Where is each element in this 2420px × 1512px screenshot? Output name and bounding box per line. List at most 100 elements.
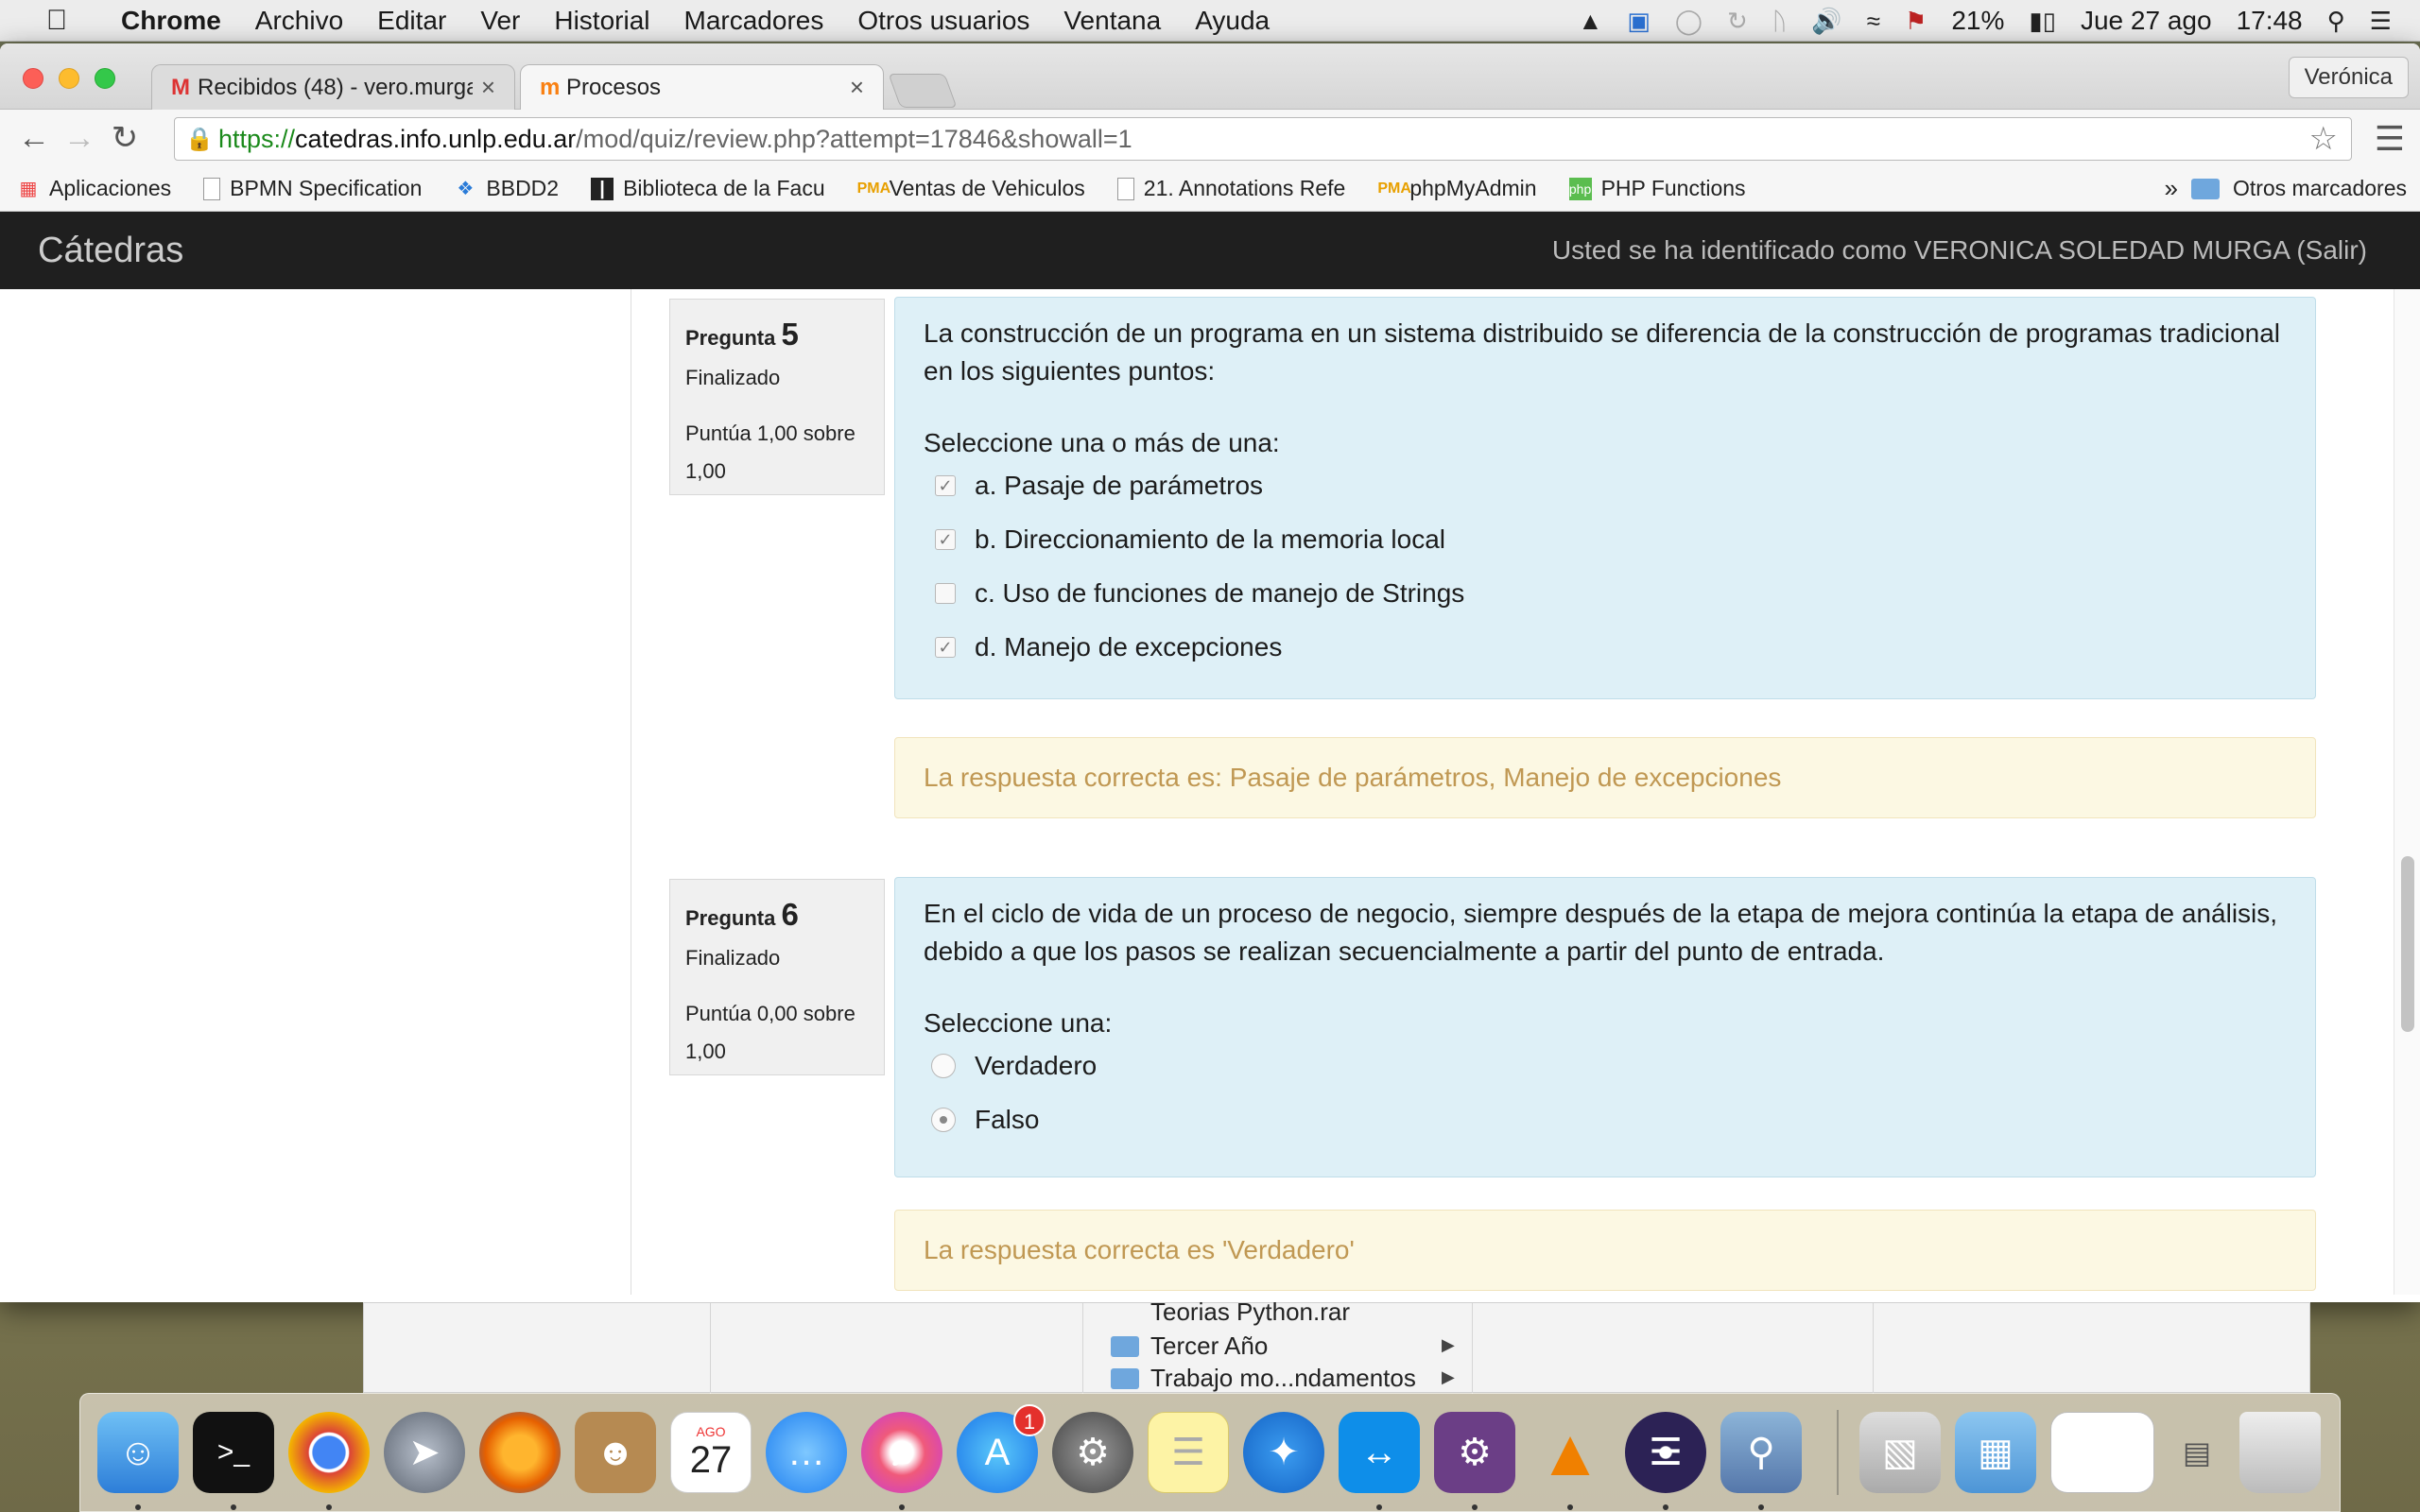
documents-folder-icon[interactable]: ▦ — [1955, 1412, 2036, 1493]
bookmarks-overflow-button[interactable]: » — [2164, 174, 2177, 203]
itunes-icon[interactable]: ♫ — [861, 1412, 942, 1510]
address-bar[interactable]: 🔒 https:// catedras.info.unlp.edu.ar /mo… — [174, 117, 2352, 161]
answer-option[interactable]: ✓ b. Direccionamiento de la memoria loca… — [924, 512, 2287, 566]
bookmark-annotations[interactable]: 21. Annotations Refe — [1116, 176, 1345, 201]
other-bookmarks-folder[interactable]: Otros marcadores — [2233, 176, 2407, 201]
menu-otros-usuarios[interactable]: Otros usuarios — [857, 6, 1029, 36]
launchpad-icon[interactable]: ➤ — [384, 1412, 465, 1493]
site-brand-link[interactable]: Cátedras — [38, 231, 183, 271]
running-indicator — [1663, 1504, 1668, 1510]
profile-button[interactable]: Verónica — [2288, 57, 2409, 98]
menu-ayuda[interactable]: Ayuda — [1195, 6, 1270, 36]
finder-item[interactable]: Tercer Año — [1111, 1332, 1268, 1361]
checkbox-checked[interactable]: ✓ — [935, 528, 956, 550]
notes-icon[interactable]: ☰ — [1148, 1412, 1229, 1493]
answer-option[interactable]: Verdadero — [924, 1039, 2287, 1092]
close-tab-icon[interactable]: × — [841, 73, 864, 102]
vlc-icon[interactable]: ▲ — [1530, 1412, 1611, 1510]
finder-item[interactable]: Trabajo mo...ndamentos — [1111, 1364, 1416, 1393]
menubar-date[interactable]: Jue 27 ago — [2081, 6, 2212, 36]
tab-gmail[interactable]: M Recibidos (48) - vero.murga × — [151, 64, 515, 110]
bookmark-biblioteca[interactable]: | Biblioteca de la Facu — [591, 176, 825, 201]
answer-option[interactable]: ✓ d. Manejo de excepciones — [924, 620, 2287, 674]
calendar-month: AGO — [696, 1423, 726, 1439]
question-prompt: Seleccione una o más de una: — [924, 428, 1280, 457]
menu-marcadores[interactable]: Marcadores — [684, 6, 824, 36]
calendar-icon[interactable]: AGO 27 — [670, 1412, 752, 1493]
bookmark-bbdd2[interactable]: ❖ BBDD2 — [454, 176, 559, 201]
menu-ver[interactable]: Ver — [480, 6, 520, 36]
page-scrollbar[interactable] — [2394, 289, 2420, 1295]
bookmarks-right: » Otros marcadores — [2164, 174, 2407, 203]
answer-option[interactable]: c. Uso de funciones de manejo de Strings — [924, 566, 2287, 620]
terminal-icon[interactable]: >_ — [193, 1412, 274, 1510]
menu-archivo[interactable]: Archivo — [255, 6, 343, 36]
minimize-window-button[interactable] — [59, 68, 79, 89]
network-drive-icon[interactable]: ▤ — [2169, 1412, 2225, 1493]
apple-menu-icon[interactable]:  — [38, 5, 76, 37]
openoffice-icon[interactable]: ✦ — [1243, 1412, 1324, 1493]
battery-icon[interactable]: ▮▯ — [2029, 7, 2056, 36]
checkbox-unchecked[interactable] — [935, 582, 956, 604]
close-tab-icon[interactable]: × — [473, 73, 495, 102]
answer-label: d. Manejo de excepciones — [975, 631, 1283, 662]
bookmark-label: Biblioteca de la Facu — [623, 176, 825, 200]
chrome-icon[interactable] — [288, 1412, 370, 1510]
checkbox-checked[interactable]: ✓ — [935, 474, 956, 496]
checkbox-checked[interactable]: ✓ — [935, 636, 956, 658]
menu-ventana[interactable]: Ventana — [1063, 6, 1161, 36]
finder-item[interactable]: Teorias Python.rar — [1111, 1297, 1350, 1327]
forward-arrow-icon[interactable]: → — [57, 120, 102, 157]
eclipse-icon[interactable]: ☰ — [1625, 1412, 1706, 1510]
messages-status-icon[interactable]: ◯ — [1675, 7, 1703, 36]
reload-icon[interactable]: ↻ — [102, 119, 147, 157]
downloads-stack-icon[interactable]: ▧ — [1859, 1412, 1941, 1493]
menu-app-name[interactable]: Chrome — [121, 6, 221, 36]
spotlight-search-icon[interactable]: ⚲ — [2327, 7, 2345, 36]
volume-icon[interactable]: 🔊 — [1811, 7, 1841, 36]
bookmark-star-icon[interactable]: ☆ — [2309, 120, 2338, 158]
bookmark-ventas[interactable]: PMA Ventas de Vehiculos — [857, 176, 1085, 201]
contacts-icon[interactable]: ☻ — [575, 1412, 656, 1493]
answer-option[interactable]: ✓ a. Pasaje de parámetros — [924, 458, 2287, 512]
expand-arrow-icon[interactable]: ▶ — [1442, 1367, 1455, 1387]
bookmark-aplicaciones[interactable]: ▦ Aplicaciones — [17, 176, 172, 201]
finder-icon[interactable]: ☺ — [97, 1412, 179, 1510]
radio-unchecked[interactable] — [931, 1053, 956, 1078]
bookmark-php-functions[interactable]: php PHP Functions — [1568, 176, 1746, 201]
system-preferences-icon[interactable]: ⚙ — [1052, 1412, 1133, 1493]
menu-editar[interactable]: Editar — [377, 6, 446, 36]
teamviewer-status-icon[interactable]: ▣ — [1627, 7, 1651, 36]
input-flag-icon[interactable]: ⚑ — [1905, 7, 1927, 36]
answer-option[interactable]: Falso — [924, 1092, 2287, 1146]
bookmark-bpmn[interactable]: BPMN Specification — [203, 176, 422, 201]
messages-icon[interactable]: … — [766, 1412, 847, 1493]
app-store-icon[interactable]: A1 — [957, 1404, 1046, 1493]
scrollbar-thumb[interactable] — [2401, 856, 2414, 1032]
teamviewer-icon[interactable]: ↔ — [1339, 1412, 1420, 1510]
google-drive-icon[interactable]: ▲ — [1579, 7, 1603, 36]
lock-icon[interactable]: 🔒 — [181, 126, 218, 153]
phpstorm-icon[interactable]: ⚙ — [1434, 1412, 1515, 1510]
back-arrow-icon[interactable]: ← — [11, 120, 57, 157]
close-window-button[interactable] — [23, 68, 43, 89]
zoom-window-button[interactable] — [95, 68, 115, 89]
wifi-icon[interactable]: ≈ — [1867, 7, 1880, 36]
new-tab-button[interactable] — [888, 74, 958, 108]
bluetooth-icon[interactable]: ᚢ — [1772, 7, 1788, 36]
expand-arrow-icon[interactable]: ▶ — [1442, 1335, 1455, 1355]
notification-center-icon[interactable]: ☰ — [2370, 7, 2392, 36]
radio-checked[interactable] — [931, 1107, 956, 1132]
login-info[interactable]: Usted se ha identificado como VERONICA S… — [1552, 235, 2367, 266]
menubar-time[interactable]: 17:48 — [2237, 6, 2303, 36]
preview-icon[interactable]: ⚲ — [1720, 1412, 1802, 1510]
menu-historial[interactable]: Historial — [554, 6, 649, 36]
time-machine-icon[interactable]: ↻ — [1727, 7, 1748, 36]
correct-answer-feedback: La respuesta correcta es: Pasaje de pará… — [894, 737, 2316, 818]
bookmark-phpmyadmin[interactable]: PMA phpMyAdmin — [1377, 176, 1536, 201]
chrome-menu-icon[interactable]: ☰ — [2375, 119, 2405, 159]
tab-procesos[interactable]: m Procesos × — [520, 64, 884, 110]
screenshot-thumbnail-icon[interactable] — [2050, 1412, 2154, 1493]
firefox-icon[interactable] — [479, 1412, 561, 1493]
trash-icon[interactable] — [2239, 1412, 2321, 1493]
